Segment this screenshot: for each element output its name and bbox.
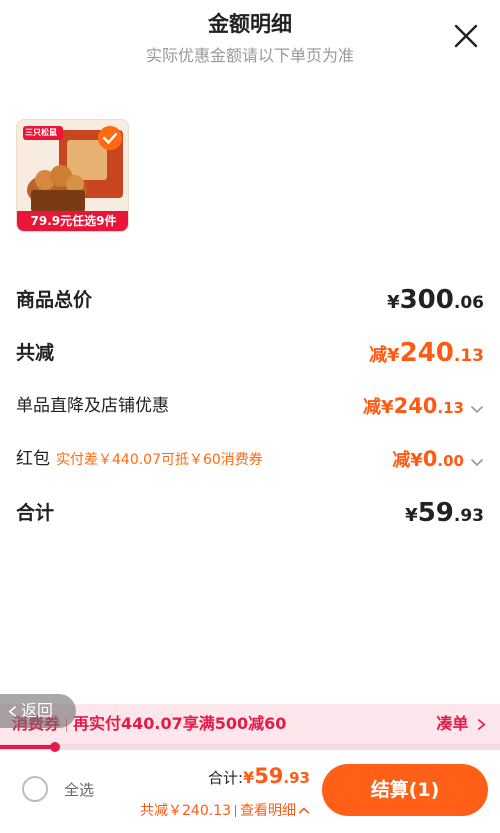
watermark-text: 土豆铁蛋: [439, 816, 488, 830]
amount-dec: .13: [437, 399, 464, 417]
item-discount-row[interactable]: 单品直降及店铺优惠 减¥240.13: [16, 389, 484, 423]
amount-dec: .06: [453, 293, 484, 313]
amount-dec: .93: [453, 506, 484, 526]
saved-amount: 共减￥240.13: [140, 803, 231, 819]
page-title: 金额明细: [208, 12, 292, 36]
total-reduction-label: 共减: [16, 342, 55, 364]
item-discount-value: 减¥240.13: [363, 389, 484, 425]
saved-divider: [235, 805, 236, 817]
reduction-prefix: 减¥: [369, 345, 400, 366]
back-button[interactable]: 返回: [0, 694, 76, 728]
back-label: 返回: [21, 701, 54, 720]
checkout-button[interactable]: 结算(1): [322, 764, 488, 816]
bundle-badge: 79.9元任选9件: [17, 211, 128, 231]
amount-int: 59: [254, 764, 284, 788]
amount-int: 300: [399, 285, 454, 315]
view-details-label: 查看明细: [240, 803, 296, 819]
subtotal-row: 合计 ¥59.93: [16, 496, 484, 530]
red-packet-label: 红包: [16, 449, 50, 469]
item-discount-label: 单品直降及店铺优惠: [16, 396, 169, 416]
coupon-progress-bar: [0, 742, 500, 752]
view-details-link[interactable]: 查看明细: [240, 803, 310, 819]
select-all-radio[interactable]: [22, 776, 48, 802]
currency-symbol: ¥: [243, 768, 255, 787]
goods-total-label: 商品总价: [16, 289, 93, 311]
amount-dec: .93: [283, 769, 310, 787]
amount-dec: .13: [453, 346, 484, 366]
coupon-progress-fill: [0, 745, 55, 749]
red-packet-row[interactable]: 红包 实付差￥440.07可抵￥60消费券 减¥0.00: [16, 442, 484, 476]
brand-label: 三只松鼠: [25, 128, 57, 137]
page-subtitle: 实际优惠金额请以下单页为准: [145, 46, 354, 65]
checkout-bar: 全选 合计:¥59.93 共减￥240.13 查看明细 结算(1) 土豆铁蛋: [0, 752, 500, 833]
subtotal-value: ¥59.93: [405, 496, 484, 533]
close-icon[interactable]: [452, 22, 480, 50]
bottom-total-value: ¥59.93: [243, 764, 310, 788]
chevron-down-icon: [471, 458, 483, 466]
goods-total-value: ¥300.06: [387, 283, 484, 320]
amount-dec: .00: [437, 452, 464, 470]
check-icon: [98, 126, 122, 150]
amount-int: 240: [393, 394, 438, 418]
goods-total-row: 商品总价 ¥300.06: [16, 283, 484, 317]
total-reduction-value: 减¥240.13: [369, 336, 484, 373]
bottom-total-label: 合计:: [207, 769, 244, 787]
select-all-label[interactable]: 全选: [64, 779, 94, 800]
chevron-down-icon: [471, 405, 483, 413]
currency-symbol: ¥: [387, 292, 400, 313]
red-packet-note: 实付差￥440.07可抵￥60消费券: [56, 452, 263, 468]
total-reduction-row: 共减 减¥240.13: [16, 336, 484, 370]
reduction-prefix: 减¥: [392, 450, 423, 471]
bottom-saved: 共减￥240.13 查看明细: [140, 800, 310, 820]
add-items-label: 凑单: [436, 714, 469, 733]
red-packet-value: 减¥0.00: [392, 442, 484, 478]
reduction-prefix: 减¥: [363, 397, 394, 418]
currency-symbol: ¥: [405, 505, 418, 526]
coupon-message: 再实付440.07享满500减60: [73, 714, 287, 733]
chevron-left-icon: [8, 706, 17, 717]
amount-int: 240: [399, 338, 454, 368]
red-packet-label-group: 红包 实付差￥440.07可抵￥60消费券: [16, 442, 263, 477]
subtotal-label: 合计: [16, 502, 55, 524]
add-items-link[interactable]: 凑单: [436, 704, 486, 744]
coupon-progress-marker: [50, 742, 60, 752]
chevron-up-icon: [298, 807, 310, 814]
header: 金额明细 实际优惠金额请以下单页为准: [0, 0, 500, 80]
chevron-right-icon: [477, 719, 486, 730]
amount-int: 0: [422, 447, 438, 471]
amount-int: 59: [417, 498, 454, 528]
bottom-total: 合计:¥59.93: [208, 764, 310, 788]
product-thumbnail[interactable]: 三只松鼠 79.9元任选9件: [16, 119, 129, 232]
